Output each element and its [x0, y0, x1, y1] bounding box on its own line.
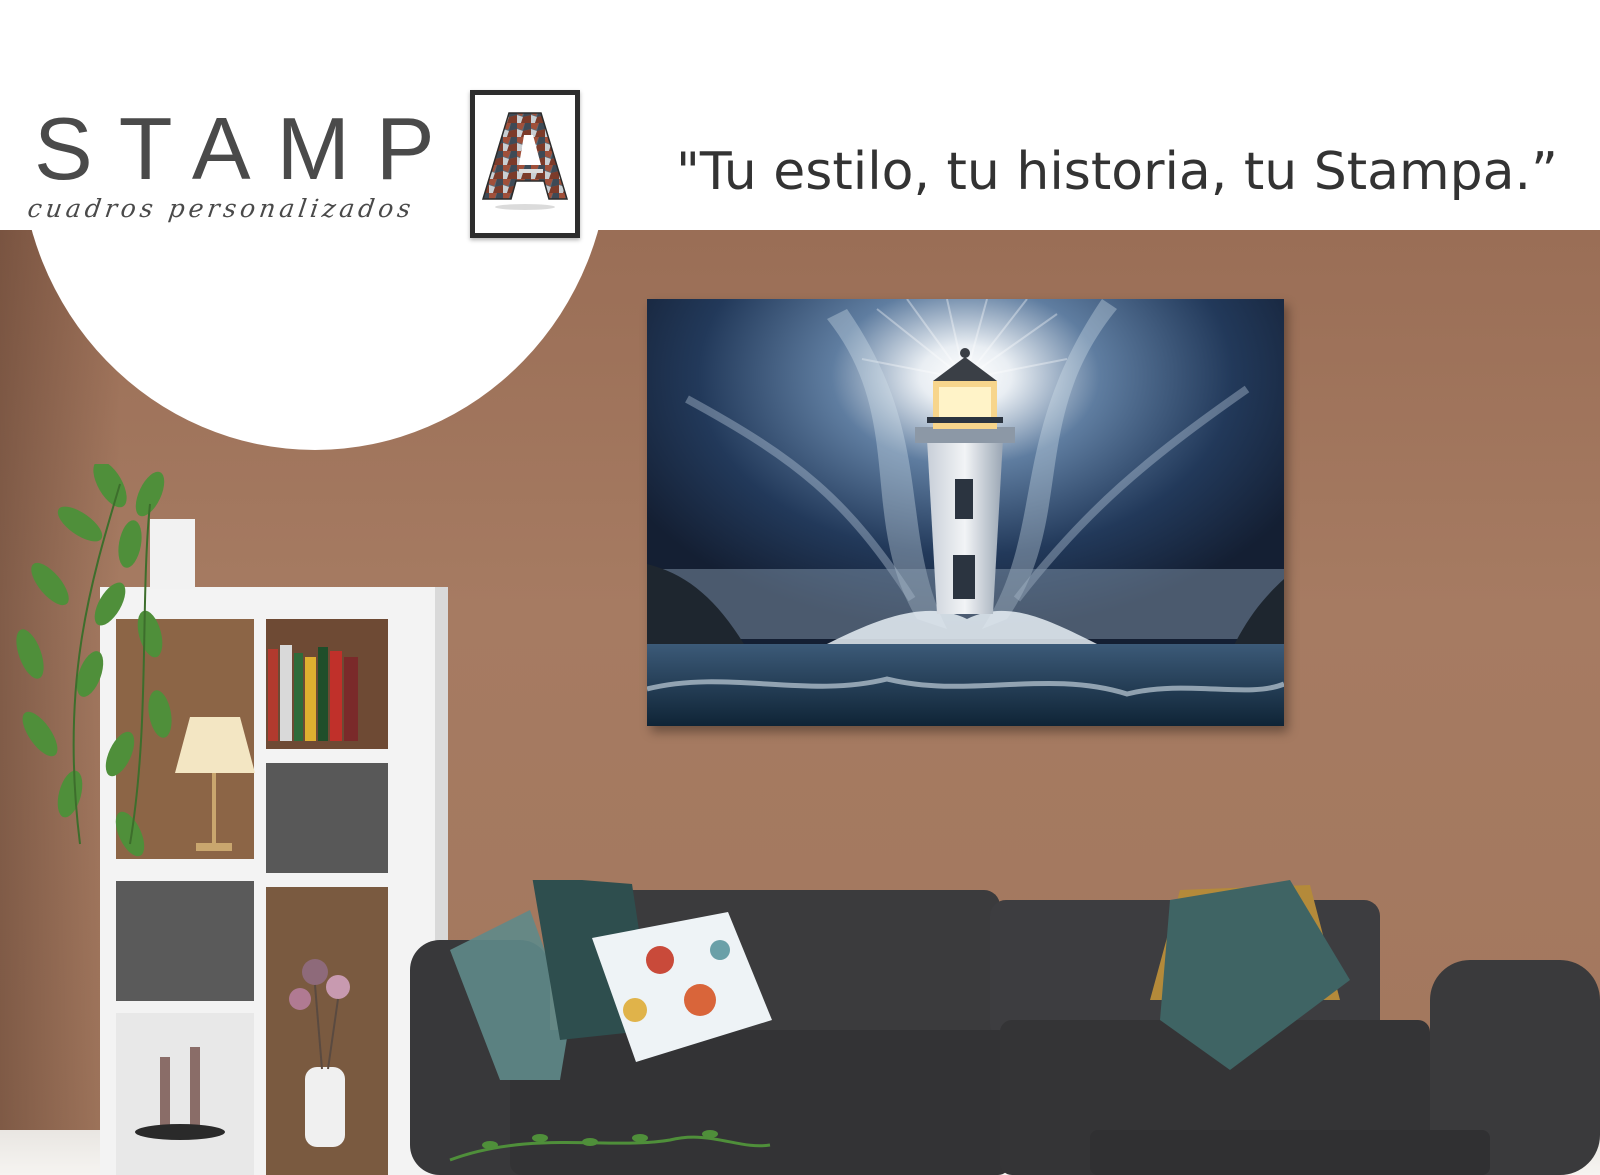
tagline-quote: "Tu estilo, tu historia, tu Stampa.” [676, 142, 1558, 202]
brand-name: STAMP [34, 99, 461, 198]
sofa-illustration [410, 880, 1600, 1175]
scene: STAMP cuadros personalizados A "Tu estil… [0, 0, 1600, 1175]
lighthouse-painting [647, 299, 1284, 726]
plant-leaves-icon [16, 464, 195, 857]
mosaic-letter-a-icon [481, 112, 569, 210]
brand-subtitle: cuadros personalizados [25, 194, 417, 223]
sofa [410, 880, 1600, 1175]
hanging-plant [0, 464, 200, 874]
logo-frame-a: A [470, 90, 580, 238]
lighthouse-artwork [647, 299, 1284, 726]
